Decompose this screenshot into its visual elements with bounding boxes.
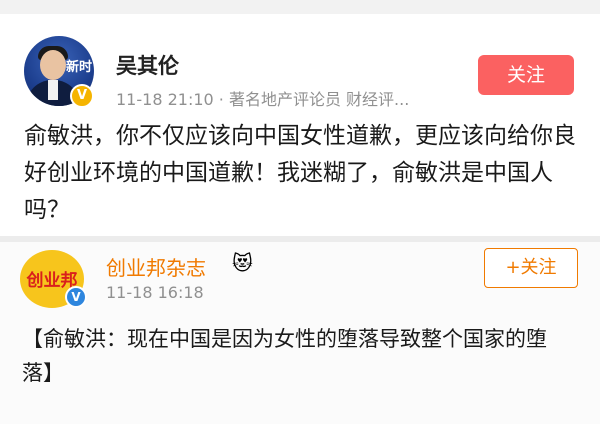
author-name[interactable]: 创业邦杂志 — [106, 252, 206, 281]
crown-face-icon: 😻 — [232, 251, 253, 275]
follow-button[interactable]: +关注 — [484, 248, 578, 288]
post-time: 11-18 16:18 — [106, 283, 204, 302]
post-text: 【俞敏洪：现在中国是因为女性的堕落导致整个国家的堕落】 — [22, 327, 547, 385]
top-strip — [0, 0, 600, 14]
avatar-face — [40, 50, 66, 80]
author-name[interactable]: 吴其伦 — [116, 50, 179, 80]
post-text: 俞敏洪，你不仅应该向中国女性道歉，更应该向给你良好创业环境的中国道歉！我迷糊了，… — [24, 123, 576, 223]
follow-button[interactable]: 关注 — [478, 55, 574, 95]
post-meta: 11-18 21:10 · 著名地产评论员 财经评... — [116, 90, 410, 109]
avatar-shirt — [48, 80, 58, 100]
avatar-logo-text: 新时 — [65, 60, 92, 75]
verified-v-icon: V — [70, 84, 94, 108]
verified-v-icon: V — [65, 286, 87, 308]
